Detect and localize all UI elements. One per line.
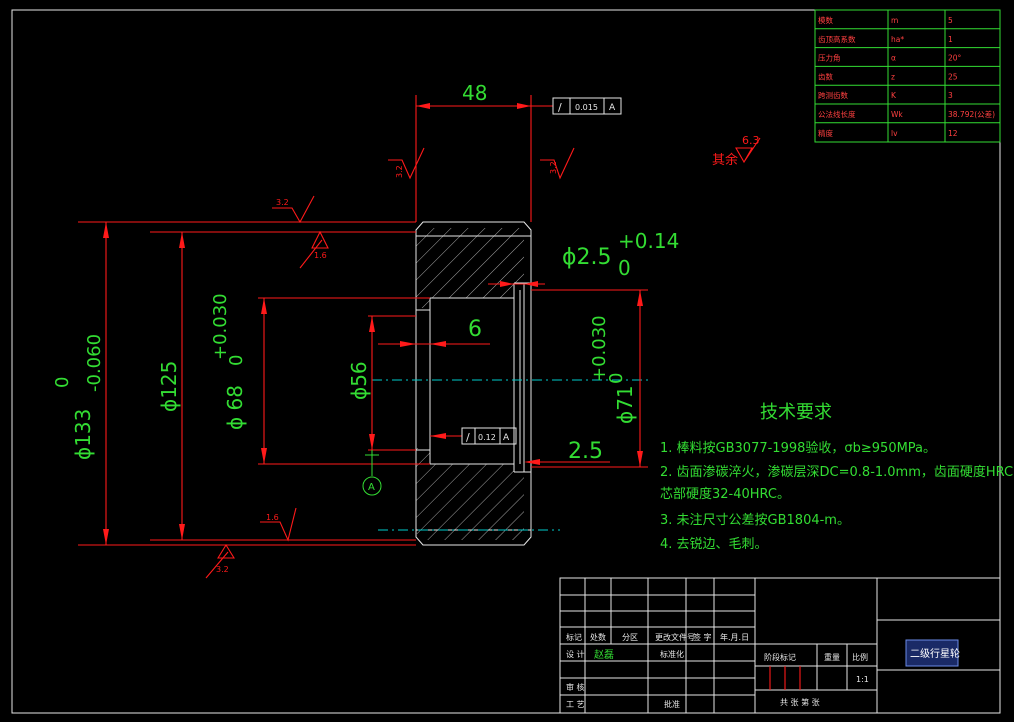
param-symbol: ha* [891, 35, 904, 44]
tech-line-5: 4. 去锐边、毛刺。 [660, 537, 768, 552]
runout-bore-ref: A [503, 433, 510, 443]
tb-h-sign: 签 字 [693, 632, 712, 642]
tb-designer: 赵磊 [594, 648, 614, 661]
param-symbol: K [891, 91, 897, 100]
param-value: 1 [948, 35, 953, 44]
dim-d68-tol-u: +0.030 [210, 293, 231, 360]
dim-d2-5-tol-l: 0 [618, 256, 631, 280]
tb-process: 工 艺 [566, 700, 585, 709]
dim-groove-2-5: 2.5 [568, 439, 603, 464]
rough-face-right: 3.2 [549, 161, 558, 174]
param-value: 38.792(公差) [948, 109, 995, 119]
param-value: 5 [948, 16, 953, 25]
tech-line-2: 2. 齿面渗碳淬火，渗碳层深DC=0.8-1.0mm，齿面硬度HRC58-62， [660, 464, 1014, 480]
dim-d133-tol-l: -0.060 [84, 334, 105, 392]
param-name: 压力角 [818, 53, 841, 63]
param-value: 20° [948, 54, 962, 63]
tb-approve: 批准 [664, 699, 680, 709]
param-symbol: m [891, 16, 898, 25]
section-hatch-top [416, 228, 524, 308]
dim-d2-5-tol-u: +0.14 [618, 229, 679, 253]
tb-sheets: 共 张 第 张 [780, 697, 820, 707]
param-name: 精度 [818, 128, 833, 138]
tech-line-3: 芯部硬度32-40HRC。 [660, 486, 790, 502]
tb-part-name: 二级行星轮 [910, 647, 960, 660]
param-symbol: z [891, 72, 895, 81]
rest-label: 其余 [712, 152, 738, 168]
tech-title: 技术要求 [760, 402, 832, 423]
param-symbol: α [891, 54, 896, 63]
technical-requirements: 技术要求 1. 棒料按GB3077-1998验收，σb≥950MPa。 2. 齿… [660, 402, 1014, 552]
dim-d2-5: ϕ2.5 [562, 245, 612, 270]
dim-d68: ϕ 68 [223, 385, 247, 430]
param-name: 跨测齿数 [818, 90, 848, 100]
runout-bore-val: 0.12 [478, 433, 496, 442]
rest-val: 6.3 [742, 134, 760, 147]
tb-stage: 阶段标记 [764, 652, 796, 662]
dim-d71-tol-u: +0.030 [589, 315, 610, 382]
tech-line-1: 1. 棒料按GB3077-1998验收，σb≥950MPa。 [660, 440, 936, 456]
tb-scale: 比例 [852, 652, 868, 662]
dim-width-48: 48 [462, 81, 487, 105]
parameter-table: 模数 m 5 齿顶高系数 ha* 1 压力角 α 20° 齿数 z 25 跨测齿数 K 3 公法线长度 Wk 38… [814, 9, 1001, 143]
rough-od-top2: 1.6 [314, 251, 327, 260]
dimension-text: 48 / 0.015 A 3.2 3.2 3.2 1.6 1.6 3.2 其余 … [52, 81, 760, 574]
param-name: 齿顶高系数 [818, 34, 856, 44]
rough-face-left: 3.2 [395, 165, 404, 178]
dim-d56: ϕ56 [347, 361, 371, 400]
dim-d125: ϕ125 [157, 361, 181, 412]
param-name: 公法线长度 [818, 109, 856, 119]
runout-top-ref: A [609, 103, 616, 113]
dim-d133: ϕ133 [71, 409, 95, 460]
section-hatch-bottom [416, 448, 524, 540]
param-name: 齿数 [818, 71, 833, 81]
tb-review: 审 核 [566, 682, 585, 692]
tb-scale-val: 1:1 [856, 675, 869, 684]
drawing-canvas: 模数 m 5 齿顶高系数 ha* 1 压力角 α 20° 齿数 z 25 跨测齿数 K 3 公法线长度 Wk 38… [11, 9, 1014, 714]
tb-standard: 标准化 [660, 649, 684, 659]
runout-top-val: 0.015 [575, 103, 598, 112]
param-name: 模数 [818, 15, 833, 25]
tb-h-date: 年.月.日 [720, 632, 749, 642]
datum-a-label: A [368, 482, 375, 493]
param-value: 25 [948, 72, 958, 81]
runout-top-sym: / [558, 101, 562, 114]
runout-bore-sym: / [466, 431, 470, 444]
param-value: 12 [948, 129, 958, 138]
tb-h-mark: 标记 [566, 632, 582, 642]
dim-d71-tol-l: 0 [606, 373, 627, 384]
rough-od-bot: 1.6 [266, 513, 279, 522]
tb-weight: 重量 [824, 652, 840, 662]
dim-d133-tol-u: 0 [52, 377, 73, 388]
tb-h-count: 处数 [590, 632, 606, 642]
rough-od-top: 3.2 [276, 198, 289, 207]
dim-groove-6: 6 [468, 317, 482, 342]
tb-h-docno: 更改文件号 [655, 632, 695, 642]
rough-od-bot2: 3.2 [216, 565, 229, 574]
dim-d71: ϕ71 [613, 385, 637, 424]
tb-h-zone: 分区 [622, 633, 638, 642]
tech-line-4: 3. 未注尺寸公差按GB1804-m。 [660, 513, 850, 528]
param-value: 3 [948, 91, 953, 100]
param-symbol: Wk [891, 110, 903, 119]
param-symbol: lv [891, 129, 898, 138]
title-block-frame [559, 577, 1001, 714]
tb-design: 设 计 [566, 649, 585, 659]
dim-d68-tol-l: 0 [226, 355, 247, 366]
bore-outline [416, 297, 431, 465]
